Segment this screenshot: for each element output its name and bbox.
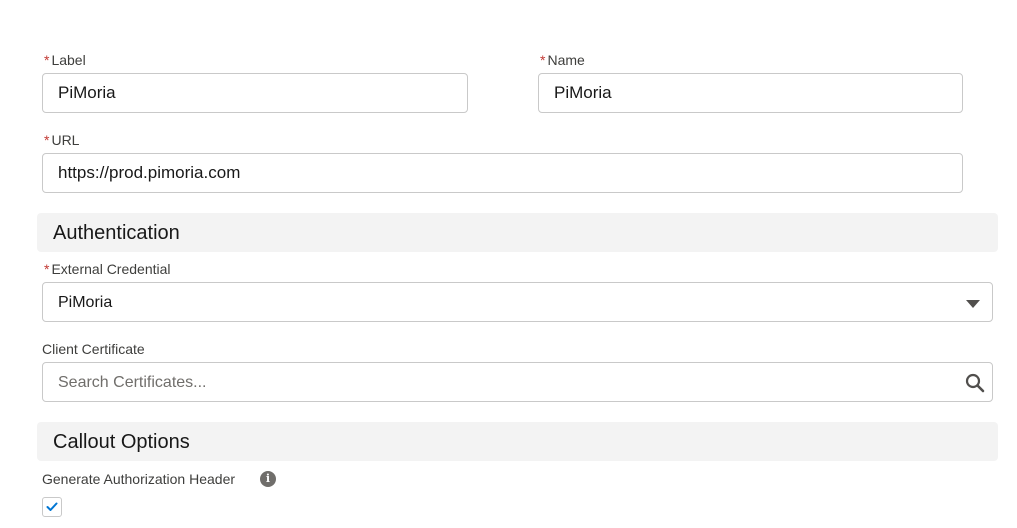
name-input[interactable]: PiMoria xyxy=(538,73,963,113)
search-icon[interactable] xyxy=(965,373,985,393)
generate-auth-header-label: Generate Authorization Header xyxy=(42,470,235,488)
label-field-label: * Label xyxy=(44,51,86,69)
label-field-label-text: Label xyxy=(51,52,86,68)
url-field-label: * URL xyxy=(44,131,79,149)
name-field-label: * Name xyxy=(540,51,585,69)
chevron-down-icon[interactable] xyxy=(966,300,980,308)
client-certificate-placeholder: Search Certificates... xyxy=(58,374,207,391)
callout-options-heading: Callout Options xyxy=(53,431,190,453)
external-credential-label-text: External Credential xyxy=(51,261,171,277)
client-certificate-label: Client Certificate xyxy=(42,340,145,358)
callout-options-section-header: Callout Options xyxy=(37,422,998,461)
name-input-value: PiMoria xyxy=(554,83,612,102)
url-input-value: https://prod.pimoria.com xyxy=(58,163,241,182)
external-credential-select[interactable]: PiMoria xyxy=(42,282,993,322)
label-input[interactable]: PiMoria xyxy=(42,73,468,113)
client-certificate-label-text: Client Certificate xyxy=(42,341,145,357)
required-indicator: * xyxy=(44,261,50,277)
required-indicator: * xyxy=(540,52,546,68)
url-field-label-text: URL xyxy=(51,132,80,148)
authentication-section-header: Authentication xyxy=(37,213,998,252)
name-field-label-text: Name xyxy=(547,52,585,68)
checkmark-icon xyxy=(46,502,58,511)
external-credential-value: PiMoria xyxy=(58,294,113,311)
required-indicator: * xyxy=(44,132,50,148)
generate-auth-header-checkbox[interactable] xyxy=(42,497,62,517)
required-indicator: * xyxy=(44,52,50,68)
label-input-value: PiMoria xyxy=(58,83,116,102)
external-credential-label: * External Credential xyxy=(44,260,171,278)
client-certificate-search-input[interactable]: Search Certificates... xyxy=(42,362,993,402)
generate-auth-header-label-text: Generate Authorization Header xyxy=(42,471,236,487)
info-icon[interactable]: i xyxy=(260,471,276,487)
url-input[interactable]: https://prod.pimoria.com xyxy=(42,153,963,193)
authentication-heading: Authentication xyxy=(53,222,180,244)
